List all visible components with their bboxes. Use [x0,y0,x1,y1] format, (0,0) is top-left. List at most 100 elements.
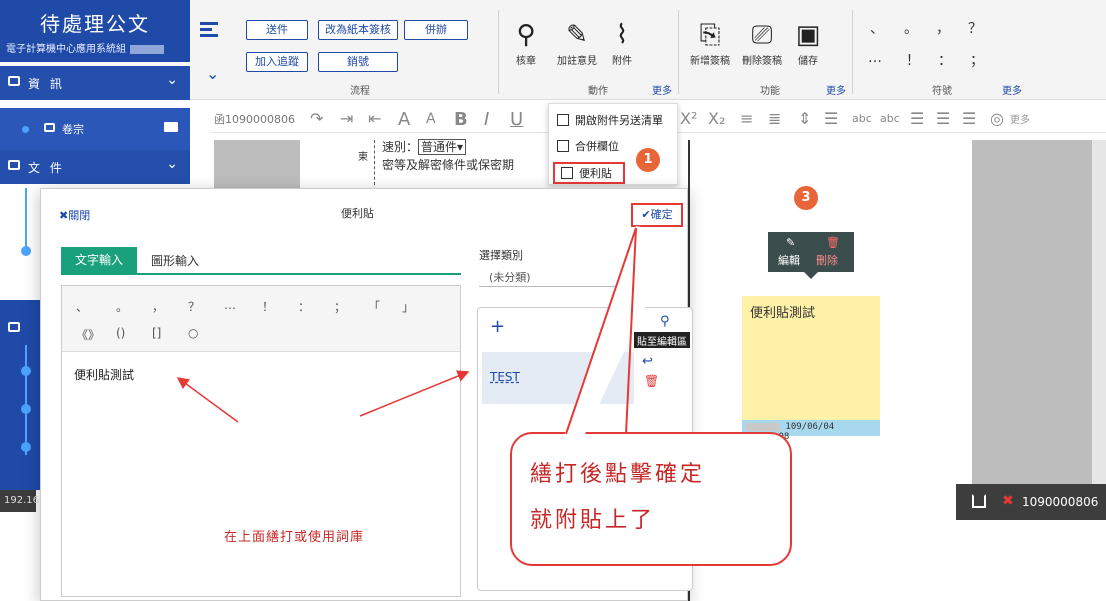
home-icon[interactable] [972,494,986,508]
symbol-button[interactable]: ！ [906,50,920,70]
symbol-button[interactable]: 、 [870,18,884,38]
inbox-icon [8,322,20,332]
tab-text-input[interactable]: 文字輸入 [61,247,137,273]
symbol-button[interactable]: () [116,326,125,340]
symbol-button[interactable]: ？ [968,18,982,38]
list-item[interactable]: TEST [482,352,634,404]
symbol-button[interactable]: 。 [116,298,128,315]
merge-handle-button[interactable]: 併辦 [404,20,468,40]
add-comment-tool[interactable]: ✎ 加註意見 [552,18,602,67]
add-phrase-icon[interactable]: + [490,316,505,337]
more-link[interactable]: 更多 [1002,82,1022,97]
editor-content[interactable]: 便利貼測試 [74,366,134,383]
more-link[interactable]: 更多 [1010,111,1030,126]
numbered-list-icon[interactable]: ☰ [936,109,950,128]
category-menu-icon[interactable]: ☰▾ [635,267,652,281]
edit-note-button[interactable]: 編輯 [778,252,800,268]
symbol-button[interactable]: ， [152,298,164,315]
align-left-icon[interactable]: ≡ [740,109,753,128]
send-button[interactable]: 送件 [246,20,308,40]
redo-icon[interactable]: ↷ [310,109,323,128]
toolbar-pointer [804,272,818,279]
symbol-button[interactable]: 」 [402,298,414,315]
symbol-button[interactable]: … [224,298,236,312]
symbol-button[interactable]: 《》 [76,326,100,343]
ribbon-toolbar [190,0,1106,100]
indent-icon[interactable]: ⇥ [340,109,353,128]
symbol-button[interactable]: … [868,50,882,66]
symbol-button[interactable]: ！ [262,298,274,315]
bold-icon[interactable]: B [454,109,468,130]
symbol-button[interactable]: 、 [76,298,88,315]
symbol-button[interactable]: ， [936,18,950,38]
new-draft-tool[interactable]: ⎘ 新增簽稿 [686,18,734,67]
close-number-button[interactable]: 銷號 [318,52,398,72]
delete-draft-tool[interactable]: ⎚ 刪除簽稿 [738,18,786,67]
comment-add-icon: ✎ [566,20,588,50]
note-editor[interactable]: 、 。 ， ？ … ！ ： ； 「 」 《》 () [] ○ 便利貼測試 在上面… [61,285,461,597]
timeline-dot [21,246,31,256]
align-center-icon[interactable]: ≣ [768,109,781,128]
symbol-button[interactable]: [] [152,326,161,340]
close-button[interactable]: ✖關閉 [59,207,90,223]
page-number-icon[interactable]: ◎ [990,109,1004,128]
menu-item-sticky-note[interactable]: 便利貼 [561,165,612,181]
add-tracking-button[interactable]: 加入追蹤 [246,52,308,72]
char-compress-icon[interactable]: abc [880,112,900,125]
speed-label: 速別： [382,140,419,154]
search-icon[interactable]: ⚲ [660,314,670,329]
phrase-text: TEST [490,370,520,384]
paper-sign-button[interactable]: 改為紙本簽核 [318,20,398,40]
scrollbar[interactable] [1092,140,1106,490]
attachment-tool[interactable]: ⌇ 附件 [604,18,640,67]
open-doc-tab[interactable]: 1090000806 [1022,495,1098,509]
symbol-button[interactable]: 「 [368,298,380,315]
symbol-button[interactable]: ； [334,298,346,315]
sidebar-item-documents[interactable]: 文 件 ⌄ [0,150,190,184]
menu-item-merge-fields[interactable]: 合併欄位 [557,138,619,154]
save-tool[interactable]: ▣ 儲存 [790,18,826,67]
line-spacing-icon[interactable]: ⇕ [798,109,811,128]
outdent-icon[interactable]: ⇤ [368,109,381,128]
doc-number-label: 函1090000806 [214,113,295,126]
delete-note-button[interactable]: 刪除 [816,252,838,268]
speed-select[interactable]: 普通件▾ [418,139,467,155]
multilevel-list-icon[interactable]: ☰ [962,109,976,128]
category-select[interactable]: (未分類) [479,265,615,287]
subscript-icon[interactable]: X₂ [708,109,725,128]
trash-icon[interactable]: 🗑 [644,374,659,388]
close-icon: ✖ [59,209,69,222]
symbol-button[interactable]: 。 [904,18,918,38]
symbol-button[interactable]: ？ [188,298,200,315]
symbol-button[interactable]: ： [298,298,310,315]
underline-icon[interactable]: U [510,109,523,130]
more-link[interactable]: 更多 [652,82,672,97]
menu-item-attachment-list[interactable]: 開啟附件另送清單 [557,112,663,128]
font-increase-icon[interactable]: A [398,109,410,130]
category-value: (未分類) [489,271,531,284]
chevron-down-icon[interactable]: ⌄ [206,64,219,83]
symbol-button[interactable]: ； [970,50,984,70]
confirm-button[interactable]: ✔確定 [631,203,683,227]
sticky-note[interactable]: 便利貼測試 109/06/04 14:48:08 [742,296,880,442]
char-spacing-icon[interactable]: abc [852,112,872,125]
menu-icon[interactable] [200,22,218,37]
bullet-list-icon[interactable]: ☰ [910,109,924,128]
close-icon[interactable]: ✖ [1002,493,1014,509]
symbol-button[interactable]: ○ [188,326,198,340]
italic-icon[interactable]: I [484,109,489,130]
list-icon[interactable]: ☰ [824,109,838,128]
symbol-button[interactable]: ： [938,50,952,70]
tab-draw-input[interactable]: 圖形輸入 [151,252,199,269]
more-link[interactable]: 更多 [826,82,846,97]
font-decrease-icon[interactable]: A [426,111,436,127]
sidebar-item-folder[interactable]: 卷宗 [0,108,190,150]
inbox-icon [44,123,55,132]
approve-stamp-tool[interactable]: ⚲ 核章 [508,18,544,67]
sidebar-item-info[interactable]: 資 訊 ⌄ [0,66,190,100]
group-label-symbol: 符號 [932,86,952,97]
fold-line [374,140,375,185]
confirm-label: 確定 [650,208,673,221]
insert-icon[interactable]: ↩ [642,354,653,369]
superscript-icon[interactable]: X² [680,109,697,128]
